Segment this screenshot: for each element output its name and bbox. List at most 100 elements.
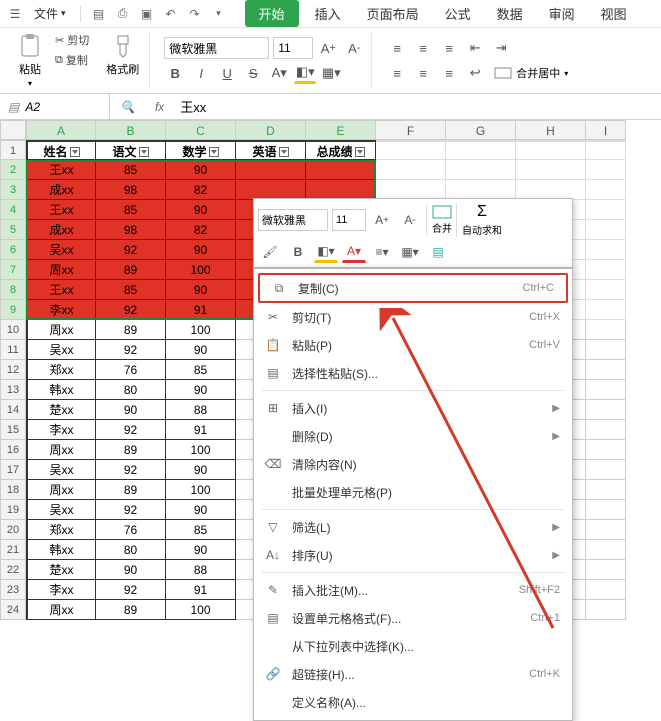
row-head[interactable]: 11	[0, 340, 26, 360]
merge-button[interactable]: 合并居中▾	[490, 62, 572, 84]
cell-B8[interactable]: 85	[96, 280, 166, 300]
cell-A15[interactable]: 李xx	[26, 420, 96, 440]
row-head[interactable]: 20	[0, 520, 26, 540]
cell-I5[interactable]	[586, 220, 626, 240]
cell-C2[interactable]: 90	[166, 160, 236, 180]
ctx-item[interactable]: 批量处理单元格(P)	[254, 478, 572, 506]
mini-font-color-button[interactable]: A▾	[342, 241, 366, 263]
row-head[interactable]: 2	[0, 160, 26, 180]
cell-I12[interactable]	[586, 360, 626, 380]
row-head[interactable]: 4	[0, 200, 26, 220]
cell-B18[interactable]: 89	[96, 480, 166, 500]
ctx-item[interactable]: 🔗超链接(H)...Ctrl+K	[254, 660, 572, 688]
file-menu[interactable]: 文件▾	[28, 5, 72, 22]
font-size-select[interactable]	[273, 37, 313, 59]
cell-C9[interactable]: 91	[166, 300, 236, 320]
cell-C8[interactable]: 90	[166, 280, 236, 300]
mini-formatpainter-icon[interactable]: 🖌	[258, 241, 282, 263]
align-center-icon[interactable]: ≡	[412, 62, 434, 84]
tab-data[interactable]: 数据	[487, 0, 533, 27]
cell-A18[interactable]: 周xx	[26, 480, 96, 500]
filter-icon[interactable]	[139, 147, 149, 157]
cell-A5[interactable]: 成xx	[26, 220, 96, 240]
cell-I17[interactable]	[586, 460, 626, 480]
row-head[interactable]: 12	[0, 360, 26, 380]
cell-E2[interactable]	[306, 160, 376, 180]
row-head[interactable]: 1	[0, 140, 26, 160]
cell-G3[interactable]	[446, 180, 516, 200]
fill-color-button[interactable]: ◧▾	[294, 62, 316, 84]
filter-icon[interactable]	[355, 147, 365, 157]
row-head[interactable]: 5	[0, 220, 26, 240]
cell-I3[interactable]	[586, 180, 626, 200]
cell-A10[interactable]: 周xx	[26, 320, 96, 340]
cell-C19[interactable]: 90	[166, 500, 236, 520]
align-right-icon[interactable]: ≡	[438, 62, 460, 84]
tab-review[interactable]: 审阅	[539, 0, 585, 27]
row-head[interactable]: 7	[0, 260, 26, 280]
cell-C6[interactable]: 90	[166, 240, 236, 260]
col-head-B[interactable]: B	[96, 120, 166, 140]
cell-A24[interactable]: 周xx	[26, 600, 96, 620]
tab-insert[interactable]: 插入	[305, 0, 351, 27]
cell-B1[interactable]: 语文	[96, 140, 166, 160]
cell-C5[interactable]: 82	[166, 220, 236, 240]
cell-I20[interactable]	[586, 520, 626, 540]
cell-B4[interactable]: 85	[96, 200, 166, 220]
cell-C12[interactable]: 85	[166, 360, 236, 380]
cell-A7[interactable]: 周xx	[26, 260, 96, 280]
cell-B2[interactable]: 85	[96, 160, 166, 180]
mini-border-button[interactable]: ▦▾	[398, 241, 422, 263]
cell-C1[interactable]: 数学	[166, 140, 236, 160]
cell-B3[interactable]: 98	[96, 180, 166, 200]
cell-A22[interactable]: 楚xx	[26, 560, 96, 580]
cell-C3[interactable]: 82	[166, 180, 236, 200]
cell-B9[interactable]: 92	[96, 300, 166, 320]
mini-autosum-button[interactable]: Σ 自动求和	[462, 203, 502, 237]
cell-B23[interactable]: 92	[96, 580, 166, 600]
save-icon[interactable]: ▤	[89, 4, 109, 24]
filter-icon[interactable]	[70, 147, 80, 157]
cell-A20[interactable]: 郑xx	[26, 520, 96, 540]
cell-B24[interactable]: 89	[96, 600, 166, 620]
tab-formula[interactable]: 公式	[435, 0, 481, 27]
cell-I13[interactable]	[586, 380, 626, 400]
cell-A13[interactable]: 韩xx	[26, 380, 96, 400]
mini-bold-button[interactable]: B	[286, 241, 310, 263]
cell-I7[interactable]	[586, 260, 626, 280]
cell-C13[interactable]: 90	[166, 380, 236, 400]
cell-C23[interactable]: 91	[166, 580, 236, 600]
col-head-E[interactable]: E	[306, 120, 376, 140]
mini-font-name[interactable]	[258, 209, 328, 231]
cell-C4[interactable]: 90	[166, 200, 236, 220]
cell-A17[interactable]: 吴xx	[26, 460, 96, 480]
cell-I22[interactable]	[586, 560, 626, 580]
row-head[interactable]: 14	[0, 400, 26, 420]
col-head-D[interactable]: D	[236, 120, 306, 140]
cell-I16[interactable]	[586, 440, 626, 460]
cell-E3[interactable]	[306, 180, 376, 200]
cell-F2[interactable]	[376, 160, 446, 180]
row-head[interactable]: 15	[0, 420, 26, 440]
ctx-item[interactable]: ✎插入批注(M)...Shift+F2	[254, 576, 572, 604]
formatpainter-button[interactable]: 格式刷	[102, 31, 143, 79]
align-left-icon[interactable]: ≡	[386, 62, 408, 84]
cell-B20[interactable]: 76	[96, 520, 166, 540]
cell-B17[interactable]: 92	[96, 460, 166, 480]
ctx-item[interactable]: A↓排序(U)▶	[254, 541, 572, 569]
cell-C24[interactable]: 100	[166, 600, 236, 620]
cell-A2[interactable]: 王xx	[26, 160, 96, 180]
cell-I15[interactable]	[586, 420, 626, 440]
cell-C17[interactable]: 90	[166, 460, 236, 480]
row-head[interactable]: 17	[0, 460, 26, 480]
cell-I18[interactable]	[586, 480, 626, 500]
cell-C7[interactable]: 100	[166, 260, 236, 280]
cell-A23[interactable]: 李xx	[26, 580, 96, 600]
bold-button[interactable]: B	[164, 62, 186, 84]
paste-button[interactable]: 粘贴▾	[14, 31, 46, 90]
cell-A21[interactable]: 韩xx	[26, 540, 96, 560]
row-head[interactable]: 18	[0, 480, 26, 500]
cell-A1[interactable]: 姓名	[26, 140, 96, 160]
cell-B22[interactable]: 90	[96, 560, 166, 580]
cell-A16[interactable]: 周xx	[26, 440, 96, 460]
